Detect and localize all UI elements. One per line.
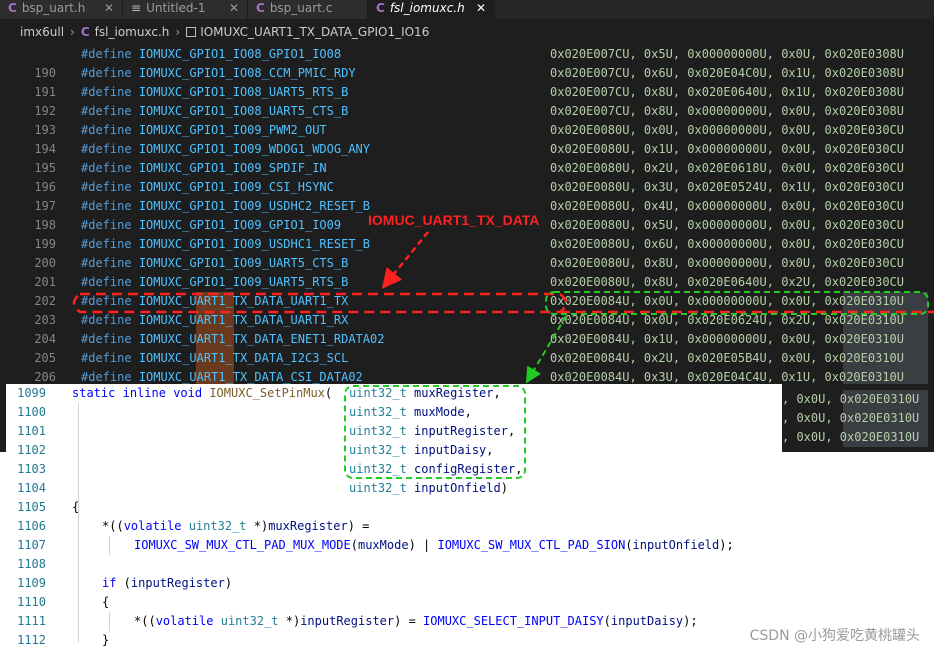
green-highlight-params xyxy=(344,385,526,479)
green-arrow xyxy=(525,315,567,384)
red-highlight-ellipse xyxy=(72,292,568,314)
green-highlight-values xyxy=(545,291,929,315)
red-arrow xyxy=(381,231,429,289)
annotation-overlay xyxy=(72,231,934,479)
